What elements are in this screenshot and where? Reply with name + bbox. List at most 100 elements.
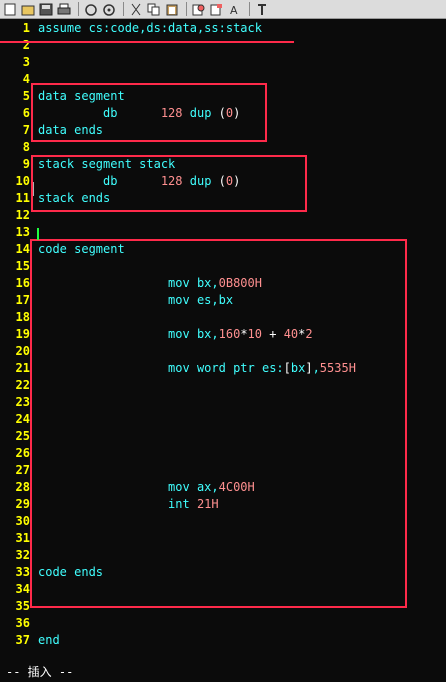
code-line[interactable]: 9 stack segment stack [0, 156, 446, 173]
code-line[interactable]: 27 [0, 462, 446, 479]
line-number: 4 [22, 72, 30, 86]
line-text: stack ends [38, 191, 111, 205]
copy-icon[interactable] [146, 2, 162, 17]
code-editor[interactable]: 1 assume cs:code,ds:data,ss:stack 2 3 4 5 data… [0, 20, 446, 663]
line-text: mov bx,160*10 + 40*2 [38, 327, 313, 341]
code-line[interactable]: 1 assume cs:code,ds:data,ss:stack [0, 20, 446, 37]
code-line[interactable]: 25 [0, 428, 446, 445]
code-line[interactable]: 8 [0, 139, 446, 156]
code-line[interactable]: 11 stack ends [0, 190, 446, 207]
line-text: data segment [38, 89, 125, 103]
find-icon[interactable] [191, 2, 207, 17]
code-line[interactable]: 33 code ends [0, 564, 446, 581]
line-number: 16 [15, 276, 30, 290]
print-icon[interactable] [56, 2, 72, 17]
code-line[interactable]: 28 mov ax,4C00H [0, 479, 446, 496]
line-number: 18 [15, 310, 30, 324]
line-number: 37 [15, 633, 30, 647]
line-number: 3 [22, 55, 30, 69]
code-line[interactable]: 35 [0, 598, 446, 615]
line-text: mov ax,4C00H [38, 480, 255, 494]
redo-icon[interactable] [101, 2, 117, 17]
line-text: code ends [38, 565, 104, 579]
line-number: 12 [15, 208, 30, 222]
code-line[interactable]: 7 data ends [0, 122, 446, 139]
code-line[interactable]: 16 mov bx,0B800H [0, 275, 446, 292]
line-number: 17 [15, 293, 30, 307]
line-text: mov es,bx [38, 293, 234, 307]
code-line[interactable]: 14 code segment [0, 241, 446, 258]
line-number: 29 [15, 497, 30, 511]
code-line[interactable]: 23 [0, 394, 446, 411]
line-number: 35 [15, 599, 30, 613]
line-number: 9 [22, 157, 30, 171]
code-line[interactable]: 3 [0, 54, 446, 71]
code-line[interactable]: 26 [0, 445, 446, 462]
tool-icon[interactable]: A [227, 2, 243, 17]
save-icon[interactable] [38, 2, 54, 17]
code-line[interactable]: 19 mov bx,160*10 + 40*2 [0, 326, 446, 343]
line-text: assume cs:code,ds:data,ss:stack [38, 21, 262, 35]
line-number: 14 [15, 242, 30, 256]
line-number: 19 [15, 327, 30, 341]
code-line[interactable]: 24 [0, 411, 446, 428]
toolbar-separator [123, 2, 124, 16]
code-line[interactable]: 31 [0, 530, 446, 547]
code-line[interactable]: 37 end [0, 632, 446, 649]
code-line[interactable]: 34 [0, 581, 446, 598]
line-number: 8 [22, 140, 30, 154]
line-number: 7 [22, 123, 30, 137]
line-text: mov word ptr es:[bx],5535H [38, 361, 356, 375]
line-number: 13 [15, 225, 30, 239]
line-text: data ends [38, 123, 104, 137]
code-line[interactable]: 6 db 128 dup (0) [0, 105, 446, 122]
code-line[interactable]: 17 mov es,bx [0, 292, 446, 309]
line-number: 5 [22, 89, 30, 103]
open-icon[interactable] [20, 2, 36, 17]
undo-icon[interactable] [83, 2, 99, 17]
code-line[interactable]: 20 [0, 343, 446, 360]
line-number: 20 [15, 344, 30, 358]
code-line[interactable]: 5 data segment [0, 88, 446, 105]
line-number: 25 [15, 429, 30, 443]
text-cursor [37, 228, 39, 240]
line-1-underline-annotation [0, 41, 294, 43]
toolbar-separator [78, 2, 79, 16]
code-line[interactable]: 29 int 21H [0, 496, 446, 513]
line-number: 28 [15, 480, 30, 494]
code-line[interactable]: 12 [0, 207, 446, 224]
line-number: 34 [15, 582, 30, 596]
paste-icon[interactable] [164, 2, 180, 17]
code-line[interactable]: 15 [0, 258, 446, 275]
line-number: 36 [15, 616, 30, 630]
line-number: 24 [15, 412, 30, 426]
replace-icon[interactable] [209, 2, 225, 17]
toolbar: A [0, 0, 446, 19]
new-icon[interactable] [2, 2, 18, 17]
code-line[interactable]: 13 [0, 224, 446, 241]
cut-icon[interactable] [128, 2, 144, 17]
line-text: end [38, 633, 60, 647]
code-line[interactable]: 4 [0, 71, 446, 88]
line-number: 30 [15, 514, 30, 528]
status-line: -- 插入 -- [0, 663, 446, 682]
line-number: 1 [22, 21, 30, 35]
more-icon[interactable] [254, 2, 270, 17]
code-line[interactable]: 10 db 128 dup (0) [0, 173, 446, 190]
line-text: code segment [38, 242, 125, 256]
code-line[interactable]: 32 [0, 547, 446, 564]
line-number: 23 [15, 395, 30, 409]
line-number: 27 [15, 463, 30, 477]
code-line[interactable]: 18 [0, 309, 446, 326]
code-line[interactable]: 21 mov word ptr es:[bx],5535H [0, 360, 446, 377]
code-line[interactable]: 36 [0, 615, 446, 632]
line-number: 31 [15, 531, 30, 545]
line-number: 15 [15, 259, 30, 273]
line-number: 32 [15, 548, 30, 562]
code-line[interactable]: 22 [0, 377, 446, 394]
toolbar-separator [249, 2, 250, 16]
code-line[interactable]: 2 [0, 37, 446, 54]
code-line[interactable]: 30 [0, 513, 446, 530]
line-number: 22 [15, 378, 30, 392]
line-number: 10 [15, 174, 30, 188]
